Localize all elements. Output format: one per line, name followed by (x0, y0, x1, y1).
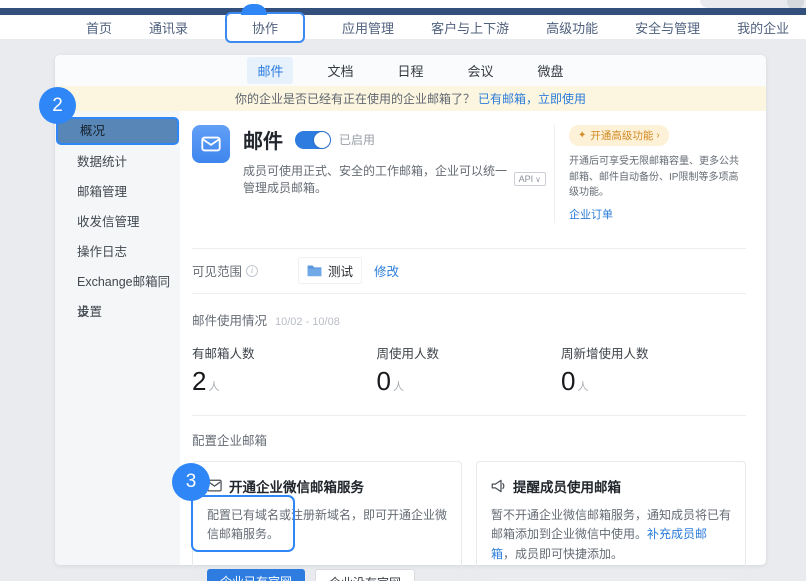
nav-item-home[interactable]: 首页 (86, 18, 112, 37)
open-mail-service-desc: 配置已有域名或注册新域名，即可开通企业微信邮箱服务。 (207, 506, 447, 546)
enterprise-order-link[interactable]: 企业订单 (569, 206, 613, 222)
remind-members-desc: 暂不开通企业微信邮箱服务，通知成员将已有邮箱添加到企业微信中使用。补充成员邮箱，… (491, 506, 731, 565)
envelope-icon (200, 133, 222, 155)
mailbox-notice-banner: 你的企业是否已经有正在使用的企业邮箱了？ 已有邮箱，立即使用 (55, 86, 766, 111)
toggle-knob (314, 132, 330, 148)
info-icon[interactable]: i (246, 265, 258, 277)
nav-item-customers[interactable]: 客户与上下游 (431, 18, 509, 37)
stat-value: 0人 (376, 366, 560, 397)
page-title: 邮件 (243, 125, 283, 154)
sidebar-item-settings[interactable]: 设置 (55, 297, 180, 327)
remind-members-card: 提醒成员使用邮箱 暂不开通企业微信邮箱服务，通知成员将已有邮箱添加到企业微信中使… (476, 461, 746, 581)
stat-value: 0人 (561, 366, 745, 397)
stat-unit: 人 (577, 381, 588, 393)
folder-icon (307, 264, 322, 277)
admin-console-screen: 首页 通讯录 协作 应用管理 客户与上下游 高级功能 安全与管理 我的企业 邮件… (0, 0, 806, 581)
nav-item-advanced[interactable]: 高级功能 (546, 18, 598, 37)
browser-chrome-corner (700, 0, 806, 8)
mail-app-icon (192, 125, 230, 163)
top-accent-bar (0, 8, 806, 15)
overview-content: 邮件 已启用 成员可使用正式、安全的工作邮箱，企业可以统一管理成员邮箱。 API… (180, 111, 766, 565)
annotation-badge-2: 2 (39, 87, 76, 124)
has-website-button[interactable]: 企业已有官网 (207, 569, 305, 581)
banner-use-now-link[interactable]: 已有邮箱，立即使用 (478, 90, 586, 107)
megaphone-icon (491, 479, 506, 493)
main-nav: 首页 通讯录 协作 应用管理 客户与上下游 高级功能 安全与管理 我的企业 (0, 15, 806, 39)
nav-item-collaboration-label: 协作 (252, 21, 278, 36)
subnav-tab-mail[interactable]: 邮件 (247, 57, 293, 84)
open-mail-service-title: 开通企业微信邮箱服务 (229, 476, 364, 496)
config-section-title: 配置企业邮箱 (192, 430, 746, 449)
mail-sidebar: 概况 数据统计 邮箱管理 收发信管理 操作日志 Exchange邮箱同步 设置 (55, 111, 180, 565)
no-website-button[interactable]: 企业没有官网 (315, 569, 415, 581)
sidebar-item-mailbox-management[interactable]: 邮箱管理 (55, 177, 180, 207)
remind-members-title: 提醒成员使用邮箱 (513, 476, 621, 496)
stat-label: 有邮箱人数 (192, 343, 376, 362)
chevron-down-icon: ∨ (535, 175, 541, 184)
premium-spark-icon: ✦ (578, 130, 586, 141)
browser-chrome-strip (0, 0, 806, 8)
sidebar-item-exchange-sync[interactable]: Exchange邮箱同步 (55, 267, 180, 297)
divider (192, 293, 746, 294)
visible-range-tag: 测试 (298, 257, 362, 284)
stat-weekly-active: 周使用人数 0人 (376, 343, 560, 397)
sidebar-item-send-receive[interactable]: 收发信管理 (55, 207, 180, 237)
chevron-right-icon: › (656, 130, 659, 141)
subnav-tab-drive[interactable]: 微盘 (528, 57, 574, 84)
stat-label: 周新增使用人数 (561, 343, 745, 362)
visible-range-edit-link[interactable]: 修改 (374, 261, 399, 280)
sidebar-item-operation-log[interactable]: 操作日志 (55, 237, 180, 267)
nav-item-security[interactable]: 安全与管理 (635, 18, 700, 37)
stat-unit: 人 (208, 381, 219, 393)
stat-unit: 人 (393, 381, 404, 393)
sidebar-item-overview[interactable]: 概况 (56, 117, 179, 145)
api-dropdown-button[interactable]: API ∨ (514, 172, 546, 186)
premium-panel: ✦ 开通高级功能 › 开通后可享受无限邮箱容量、更多公共邮箱、邮件自动备份、IP… (554, 125, 746, 223)
annotation-badge-3: 3 (172, 463, 210, 501)
premium-badge-label: 开通高级功能 (590, 128, 653, 143)
nav-item-collaboration[interactable]: 协作 (225, 12, 305, 43)
nav-item-contacts[interactable]: 通讯录 (149, 18, 188, 37)
nav-item-my-company[interactable]: 我的企业 (737, 18, 789, 37)
open-mail-service-card: 开通企业微信邮箱服务 配置已有域名或注册新域名，即可开通企业微信邮箱服务。 企业… (192, 461, 462, 581)
stat-mailbox-members: 有邮箱人数 2人 (192, 343, 376, 397)
visible-range-value: 测试 (328, 261, 353, 280)
divider (192, 415, 746, 416)
stat-weekly-new: 周新增使用人数 0人 (561, 343, 745, 397)
api-label: API (519, 174, 534, 184)
sidebar-item-statistics[interactable]: 数据统计 (55, 147, 180, 177)
subnav-tab-calendar[interactable]: 日程 (387, 57, 433, 84)
visible-range-label: 可见范围 (192, 261, 242, 280)
stat-label: 周使用人数 (376, 343, 560, 362)
premium-upgrade-button[interactable]: ✦ 开通高级功能 › (569, 125, 669, 146)
divider (491, 578, 731, 579)
collab-subnav: 邮件 文档 日程 会议 微盘 (55, 55, 766, 86)
mail-enabled-toggle[interactable] (295, 131, 331, 149)
main-card: 邮件 文档 日程 会议 微盘 你的企业是否已经有正在使用的企业邮箱了？ 已有邮箱… (55, 55, 766, 565)
banner-question: 你的企业是否已经有正在使用的企业邮箱了？ (235, 90, 475, 107)
usage-section-title: 邮件使用情况 (192, 310, 267, 329)
mail-description: 成员可使用正式、安全的工作邮箱，企业可以统一管理成员邮箱。 (243, 162, 508, 196)
premium-description: 开通后可享受无限邮箱容量、更多公共邮箱、邮件自动备份、IP限制等多项高级功能。 (569, 154, 746, 201)
stat-value: 2人 (192, 366, 376, 397)
subnav-tab-meeting[interactable]: 会议 (458, 57, 504, 84)
subnav-tab-docs[interactable]: 文档 (317, 57, 363, 84)
mail-enabled-status: 已启用 (339, 131, 375, 148)
usage-period: 10/02 - 10/08 (275, 316, 340, 328)
nav-item-app-management[interactable]: 应用管理 (342, 18, 394, 37)
